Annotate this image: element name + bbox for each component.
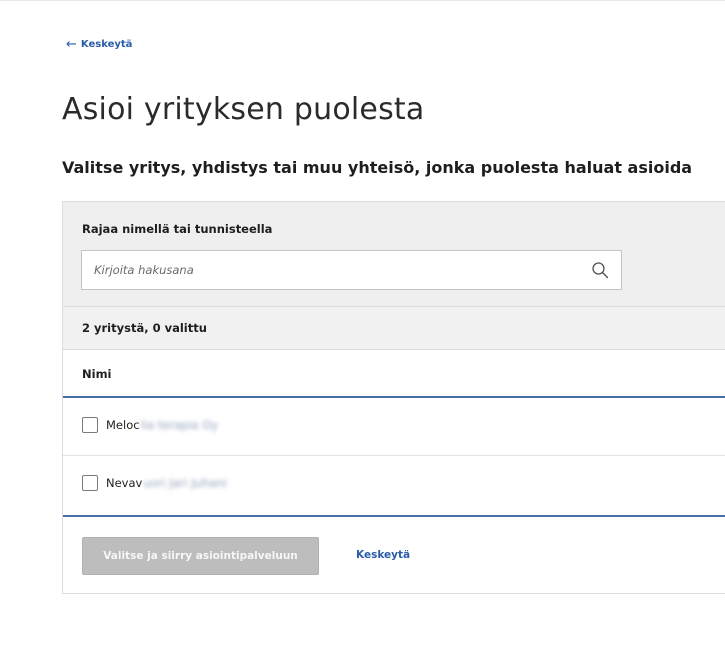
table-row[interactable]: Nevavuori Jari Juhani [63,456,725,517]
filter-section: Rajaa nimellä tai tunnisteella [63,202,725,307]
page-subtitle: Valitse yritys, yhdistys tai muu yhteisö… [62,158,693,177]
results-count: 2 yritystä, 0 valittu [82,321,207,335]
row-checkbox[interactable] [82,417,98,433]
company-name-redacted: lia terapia Oy [140,418,219,432]
select-and-continue-button[interactable]: Valitse ja siirry asiointipalveluun [82,537,319,575]
action-bar: Valitse ja siirry asiointipalveluun Kesk… [63,518,725,594]
filter-label: Rajaa nimellä tai tunnisteella [82,222,273,236]
top-divider [0,0,725,1]
company-name-visible: Nevav [106,476,143,490]
cancel-link[interactable]: Keskeytä [356,549,410,561]
company-name: Meloclia terapia Oy [106,418,218,432]
page-title: Asioi yrityksen puolesta [62,92,425,127]
results-count-bar: 2 yritystä, 0 valittu [63,307,725,350]
search-box [81,250,622,290]
back-link-label: Keskeytä [80,39,133,50]
company-selection-panel: Rajaa nimellä tai tunnisteella 2 yrityst… [62,201,725,594]
column-header-name: Nimi [82,367,112,381]
back-link[interactable]: ← Keskeytä [66,38,132,51]
search-icon[interactable] [591,261,609,279]
table-row[interactable]: Meloclia terapia Oy [63,398,725,456]
search-input[interactable] [82,251,582,289]
table-header: Nimi [63,350,725,398]
company-name: Nevavuori Jari Juhani [106,476,227,490]
company-name-visible: Meloc [106,418,140,432]
row-checkbox[interactable] [82,475,98,491]
company-name-redacted: uori Jari Juhani [143,476,227,490]
arrow-left-icon: ← [66,37,77,52]
